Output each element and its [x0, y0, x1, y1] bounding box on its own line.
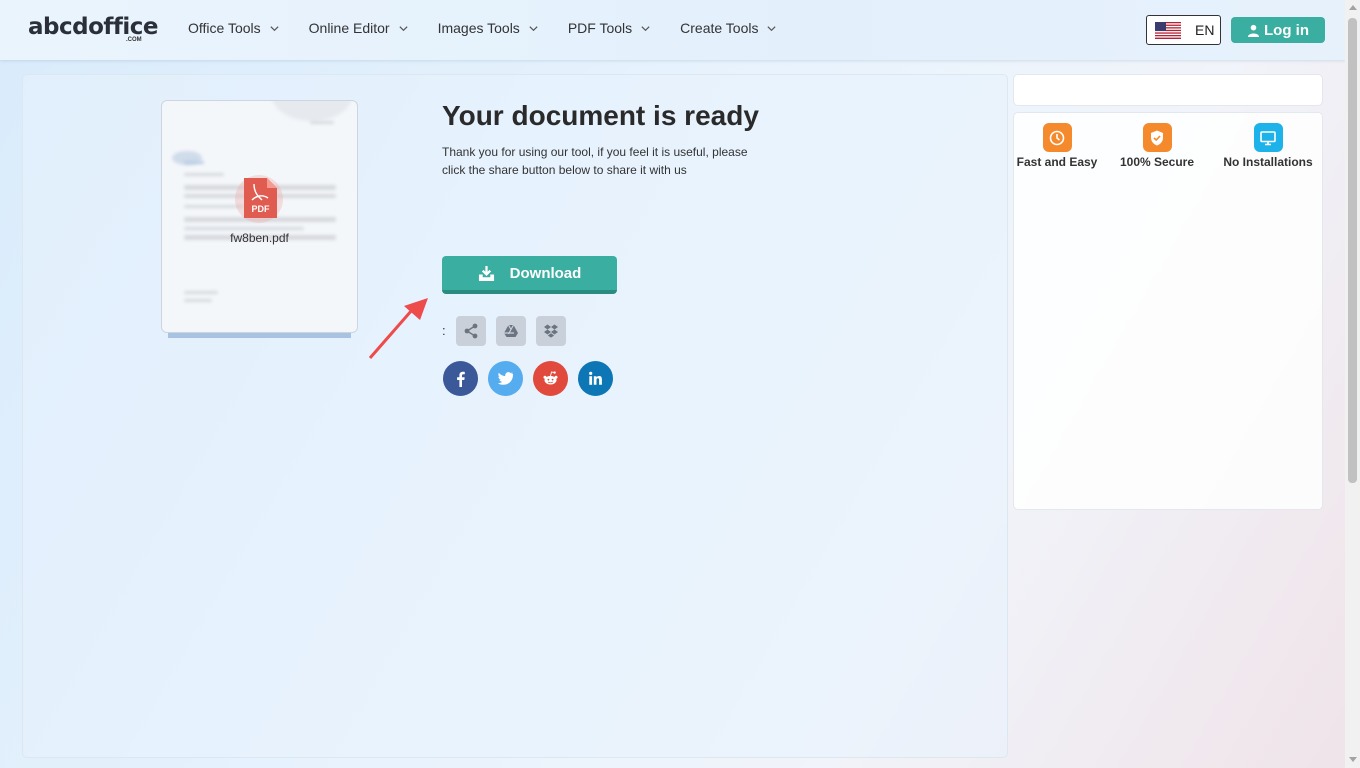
site-logo[interactable]: abcdoffice .COM: [28, 14, 159, 46]
download-button[interactable]: Download: [442, 256, 617, 294]
nav-images-tools[interactable]: Images Tools: [438, 20, 539, 36]
sidebar-top-panel: [1013, 74, 1323, 106]
shield-icon: [1142, 123, 1172, 152]
thank-you-text: Thank you for using our tool, if you fee…: [442, 145, 748, 177]
nav-label: Online Editor: [308, 20, 390, 36]
chevron-down-icon: [529, 25, 538, 31]
user-icon: [1247, 24, 1260, 37]
linkedin-button[interactable]: [578, 361, 613, 396]
reddit-icon: [543, 371, 558, 385]
feature-label: Fast and Easy: [1016, 155, 1098, 169]
feature-label: 100% Secure: [1119, 155, 1195, 169]
dropbox-button[interactable]: [536, 316, 566, 346]
google-drive-icon: [504, 324, 518, 337]
download-icon: [478, 265, 494, 281]
nav-office-tools[interactable]: Office Tools: [188, 20, 280, 36]
nav-label: PDF Tools: [567, 20, 633, 36]
preview-line: [310, 121, 334, 124]
scrollbar-thumb[interactable]: [1348, 18, 1357, 483]
clock-icon: [1042, 123, 1072, 152]
logo-sub: .COM: [126, 37, 142, 43]
nav-online-editor[interactable]: Online Editor: [309, 20, 409, 36]
page-title: Your document is ready: [442, 100, 759, 131]
nav-label: Office Tools: [188, 20, 261, 36]
preview-line: [184, 291, 218, 294]
twitter-button[interactable]: [488, 361, 523, 396]
twitter-icon: [497, 372, 514, 385]
feature-no-installations: No Installations: [1218, 123, 1318, 169]
share-button[interactable]: [456, 316, 486, 346]
nav-create-tools[interactable]: Create Tools: [680, 20, 777, 36]
google-drive-button[interactable]: [496, 316, 526, 346]
file-name: fw8ben.pdf: [230, 231, 289, 245]
language-selector[interactable]: EN: [1146, 15, 1221, 45]
nav-label: Images Tools: [437, 20, 520, 36]
top-header: abcdoffice .COM Office Tools Online Edit…: [0, 0, 1345, 60]
features-panel: Fast and Easy 100% Secure No Installatio…: [1013, 112, 1323, 510]
share-colon: :: [442, 323, 446, 338]
facebook-button[interactable]: [443, 361, 478, 396]
pointer-arrow-icon: [368, 298, 428, 359]
chevron-down-icon: [270, 25, 279, 31]
download-label: Download: [509, 264, 582, 282]
dropbox-icon: [544, 324, 558, 338]
share-icon: [464, 323, 478, 339]
scroll-down-arrow-icon[interactable]: [1349, 757, 1357, 762]
preview-line: [184, 227, 304, 230]
pdf-badge-text: PDF: [252, 204, 271, 214]
chevron-down-icon: [641, 25, 650, 31]
login-button[interactable]: Log in: [1231, 17, 1325, 43]
feature-fast-and-easy: Fast and Easy: [1014, 123, 1100, 169]
scroll-up-arrow-icon[interactable]: [1349, 5, 1357, 10]
preview-line: [184, 299, 212, 302]
chevron-down-icon: [398, 25, 408, 31]
facebook-icon: [457, 371, 465, 387]
language-label: EN: [1195, 22, 1215, 38]
nav-label: Create Tools: [680, 20, 759, 36]
monitor-icon: [1253, 123, 1283, 152]
us-flag-icon: [1155, 21, 1181, 39]
preview-line: [184, 161, 204, 164]
pdf-file-icon: PDF: [244, 178, 277, 218]
preview-line: [184, 173, 224, 176]
feature-secure: 100% Secure: [1114, 123, 1200, 169]
linkedin-icon: [589, 371, 602, 385]
nav-pdf-tools[interactable]: PDF Tools: [568, 20, 651, 36]
feature-label: No Installations: [1223, 155, 1313, 169]
login-label: Log in: [1264, 21, 1309, 39]
reddit-button[interactable]: [533, 361, 568, 396]
preview-progress-bar: [168, 333, 351, 338]
main-nav: Office Tools Online Editor Images Tools …: [188, 20, 806, 36]
preview-shape: [272, 101, 352, 121]
chevron-down-icon: [767, 25, 777, 31]
